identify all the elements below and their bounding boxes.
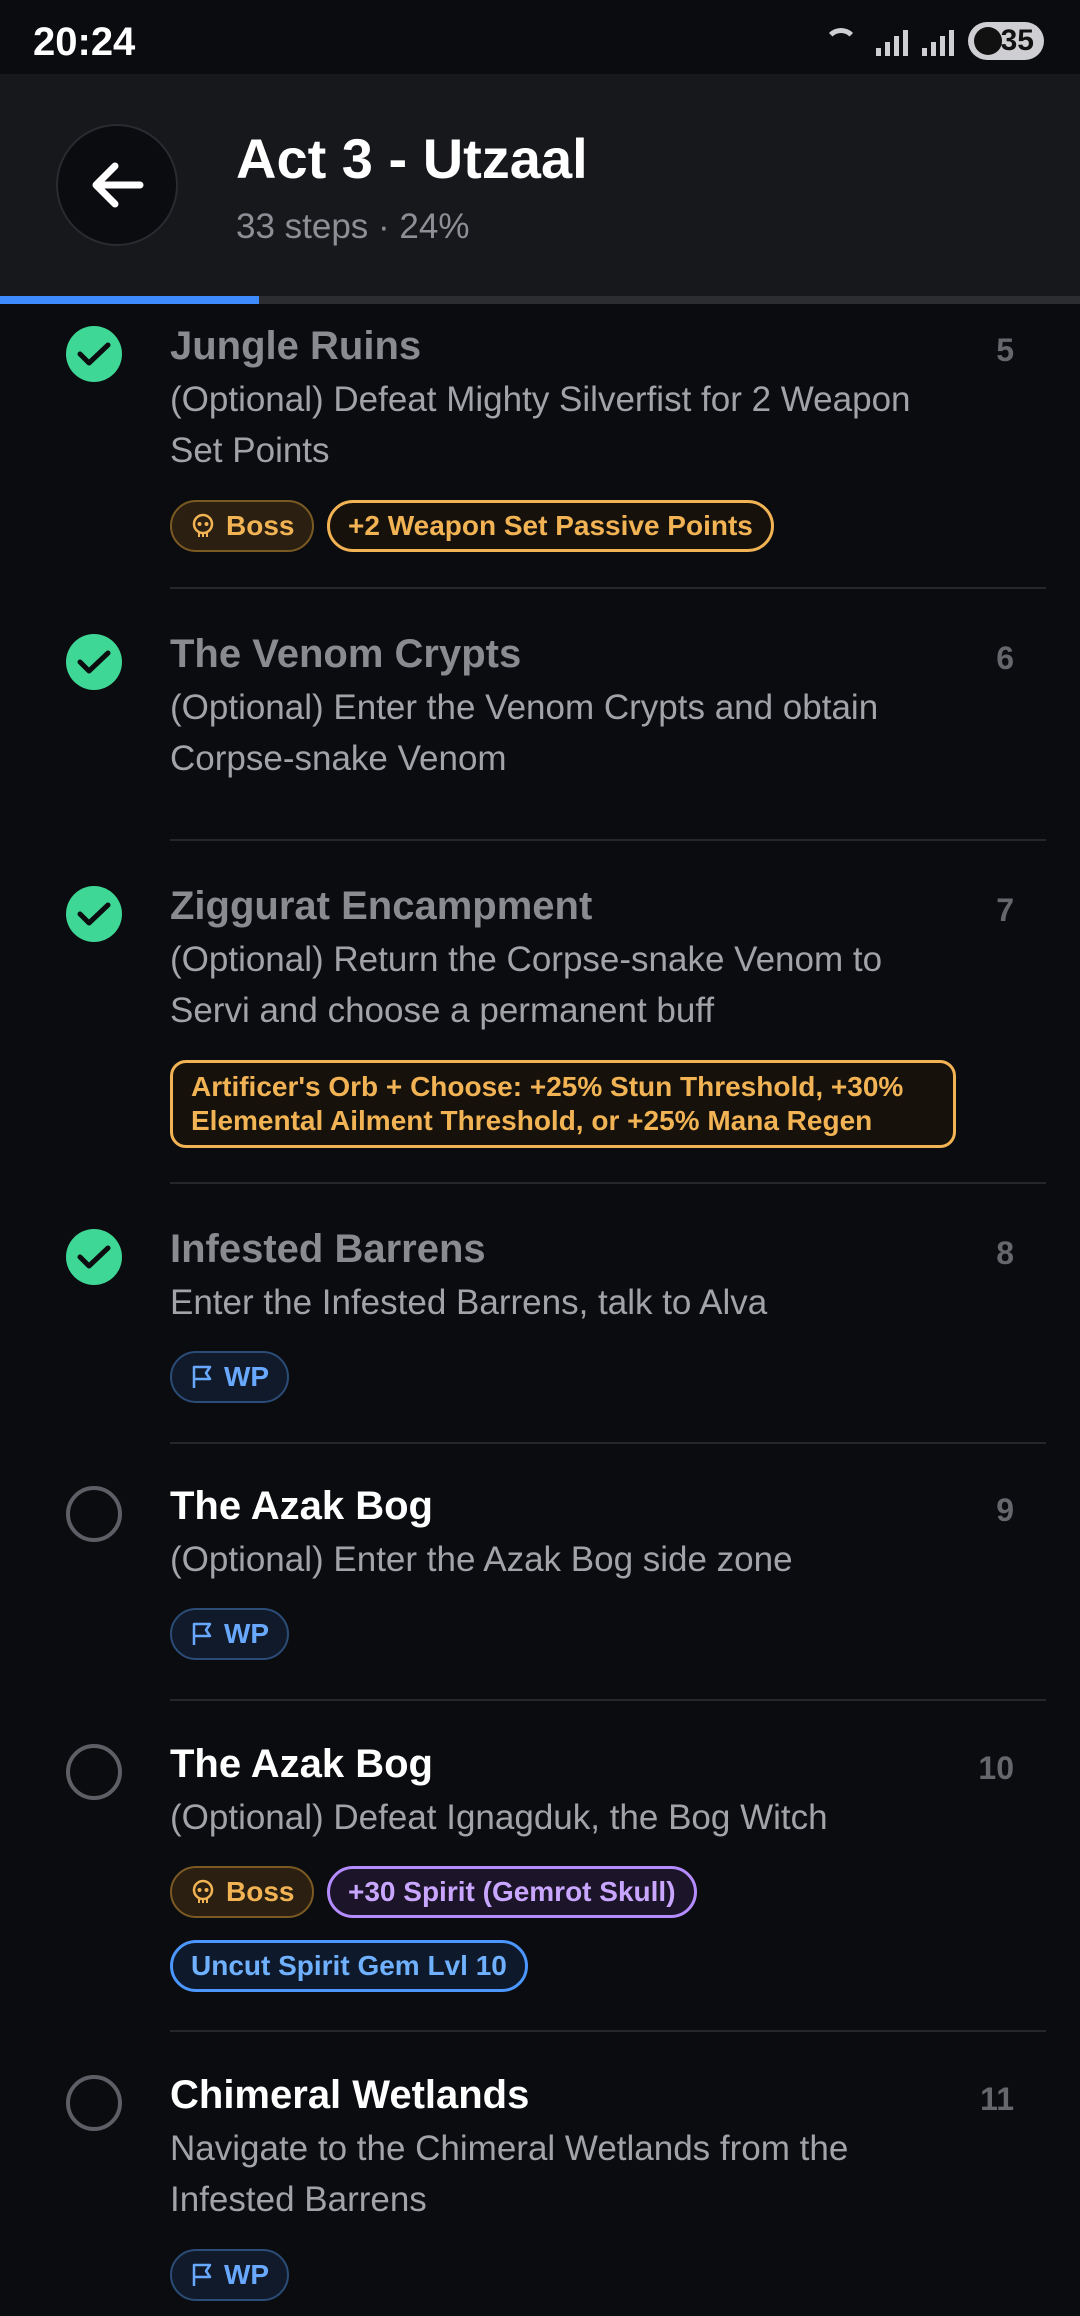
check-icon — [77, 1245, 111, 1269]
divider — [170, 1182, 1046, 1184]
skull-icon — [190, 1879, 216, 1905]
wifi-icon — [822, 26, 862, 56]
step-description: (Optional) Enter the Venom Crypts and ob… — [170, 688, 879, 778]
flag-icon — [190, 1621, 214, 1647]
reward-tag: Artificer's Orb + Choose: +25% Stun Thre… — [170, 1060, 956, 1148]
boss-tag-label: Boss — [226, 1876, 295, 1907]
page-title: Act 3 - Utzaal — [236, 127, 588, 190]
check-icon — [77, 342, 111, 366]
divider — [170, 839, 1046, 841]
status-time: 20:24 — [33, 20, 136, 64]
waypoint-tag-label: WP — [224, 2259, 270, 2290]
boss-tag: Boss — [170, 500, 315, 552]
back-button[interactable] — [56, 124, 178, 246]
step-number: 10 — [978, 1750, 1014, 1786]
divider — [170, 1442, 1046, 1444]
step-check-button[interactable] — [66, 1486, 122, 1542]
step-check-button[interactable] — [66, 1744, 122, 1800]
step-title: The Azak Bog — [170, 1484, 433, 1528]
divider — [170, 1699, 1046, 1701]
waypoint-tag: WP — [170, 2249, 290, 2301]
step-check-button[interactable] — [66, 634, 122, 690]
status-icons: 35 — [822, 22, 1044, 60]
divider — [170, 2030, 1046, 2032]
step-number: 8 — [996, 1235, 1014, 1271]
signal-icon — [876, 26, 908, 56]
step-description: (Optional) Defeat Ignagduk, the Bog Witc… — [170, 1798, 828, 1837]
signal-icon — [922, 26, 954, 56]
step-title: The Venom Crypts — [170, 632, 522, 676]
step-number: 7 — [996, 892, 1014, 928]
boss-tag-label: Boss — [226, 510, 295, 541]
step-number: 5 — [996, 332, 1014, 368]
check-icon — [77, 902, 111, 926]
boss-tag: Boss — [170, 1866, 315, 1918]
battery-level: 35 — [1000, 24, 1034, 57]
waypoint-tag: WP — [170, 1351, 290, 1403]
page-subtitle: 33 steps · 24% — [236, 207, 470, 246]
battery-indicator: 35 — [968, 22, 1044, 60]
step-check-button[interactable] — [66, 326, 122, 382]
step-description: (Optional) Return the Corpse-snake Venom… — [170, 940, 883, 1030]
step-number: 6 — [996, 640, 1014, 676]
step-check-button[interactable] — [66, 1229, 122, 1285]
progress-bar — [0, 296, 1080, 304]
gem-reward-tag: Uncut Spirit Gem Lvl 10 — [170, 1940, 528, 1992]
step-description: Enter the Infested Barrens, talk to Alva — [170, 1283, 768, 1322]
skull-icon — [190, 513, 216, 539]
flag-icon — [190, 1364, 214, 1390]
spirit-reward-tag: +30 Spirit (Gemrot Skull) — [327, 1866, 697, 1918]
arrow-left-icon — [92, 162, 144, 208]
divider — [170, 587, 1046, 589]
battery-saver-icon — [974, 27, 1002, 55]
progress-bar-fill — [0, 296, 260, 304]
check-icon — [77, 650, 111, 674]
top-app-bar: Act 3 - Utzaal 33 steps · 24% — [0, 74, 1080, 296]
step-number: 9 — [996, 1492, 1014, 1528]
step-description: Navigate to the Chimeral Wetlands from t… — [170, 2129, 849, 2219]
step-title: Infested Barrens — [170, 1227, 486, 1271]
reward-tag: +2 Weapon Set Passive Points — [327, 500, 774, 552]
step-title: Jungle Ruins — [170, 324, 422, 368]
step-title: Chimeral Wetlands — [170, 2073, 530, 2117]
step-description: (Optional) Enter the Azak Bog side zone — [170, 1540, 793, 1579]
waypoint-tag: WP — [170, 1608, 290, 1660]
step-title: Ziggurat Encampment — [170, 884, 593, 928]
flag-icon — [190, 2262, 214, 2288]
step-title: The Azak Bog — [170, 1742, 433, 1786]
step-number: 11 — [980, 2081, 1014, 2117]
step-check-button[interactable] — [66, 2075, 122, 2131]
step-description: (Optional) Defeat Mighty Silverfist for … — [170, 380, 911, 470]
step-check-button[interactable] — [66, 886, 122, 942]
waypoint-tag-label: WP — [224, 1361, 270, 1392]
waypoint-tag-label: WP — [224, 1618, 270, 1649]
status-bar: 20:24 35 — [0, 0, 1080, 74]
